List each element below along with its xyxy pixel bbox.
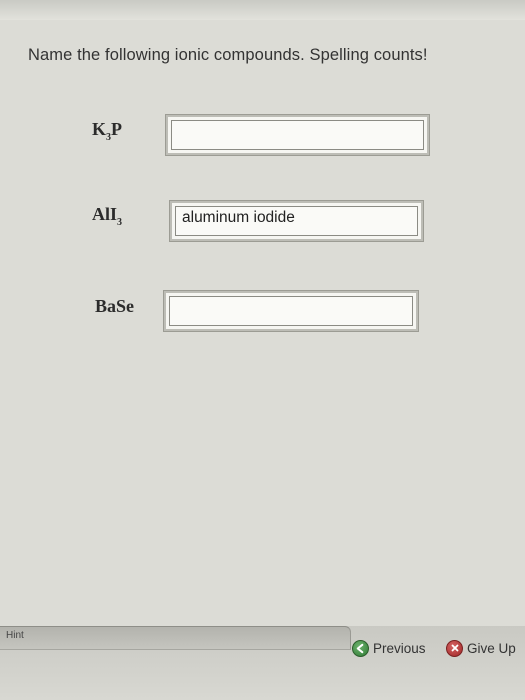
question-row-3: BaSe: [0, 288, 525, 338]
hint-tab[interactable]: Hint: [0, 626, 351, 650]
give-up-label: Give Up: [467, 640, 516, 656]
formula-main: K: [92, 119, 107, 139]
formula-k3p: K3P: [92, 119, 122, 143]
formula-main: BaSe: [95, 296, 135, 316]
formula-ali3: AlI3: [92, 204, 122, 228]
answer-box-2: [169, 200, 424, 242]
answer-input-base[interactable]: [169, 296, 413, 326]
question-row-2: AlI3: [0, 198, 525, 248]
x-circle-icon: [446, 639, 463, 657]
top-band: [0, 0, 525, 20]
x-icon: [451, 644, 458, 652]
arrow-left-icon: [356, 643, 364, 653]
formula-main: AlI: [92, 204, 118, 224]
answer-input-k3p[interactable]: [171, 120, 424, 150]
question-row-1: K3P: [0, 110, 525, 160]
formula-tail: P: [111, 119, 123, 139]
arrow-left-circle-icon: [352, 639, 369, 657]
answer-input-ali3[interactable]: [175, 206, 418, 236]
give-up-button[interactable]: Give Up: [446, 637, 516, 659]
hint-label: Hint: [6, 630, 24, 641]
answer-box-1: [165, 114, 430, 156]
answer-box-3: [163, 290, 419, 332]
question-prompt: Name the following ionic compounds. Spel…: [28, 46, 428, 64]
previous-label: Previous: [373, 640, 426, 656]
previous-button[interactable]: Previous: [352, 637, 426, 659]
formula-subscript: 3: [117, 217, 123, 228]
formula-base: BaSe: [95, 296, 134, 317]
